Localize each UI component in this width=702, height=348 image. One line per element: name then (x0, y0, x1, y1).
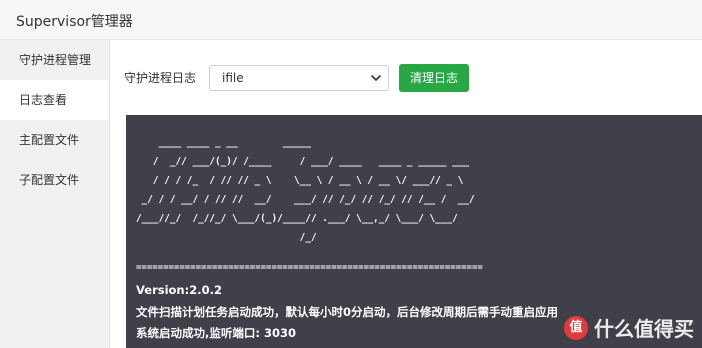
sidebar-item-process-management[interactable]: 守护进程管理 (0, 40, 109, 80)
console-line-scan-task: 文件扫描计划任务启动成功，默认每小时0分启动，后台修改周期后需手动重启应用 (136, 305, 558, 319)
ascii-line: ____ ____ _ __ _____ (136, 137, 311, 148)
sidebar: 守护进程管理 日志查看 主配置文件 子配置文件 (0, 40, 110, 348)
clear-log-button[interactable]: 清理日志 (399, 64, 469, 92)
console-line-version: Version:2.0.2 (136, 283, 222, 297)
app-title: Supervisor管理器 (16, 14, 133, 30)
sidebar-item-log-view[interactable]: 日志查看 (0, 80, 109, 120)
sidebar-item-sub-config[interactable]: 子配置文件 (0, 160, 109, 200)
main-panel: 守护进程日志 ifile 清理日志 ____ ____ _ __ _____ /… (110, 40, 702, 348)
watermark: 值 什么值得买 (564, 313, 694, 342)
log-select-label: 守护进程日志 (124, 71, 197, 85)
ascii-line: /___//_/ /_//_/ \___/(_)/____// .___/ \_… (136, 213, 458, 224)
ascii-banner: ____ ____ _ __ _____ / _// ___/(_)/ /___… (136, 133, 475, 247)
log-select-value: ifile (222, 71, 244, 85)
ascii-line: /_/ (136, 232, 317, 243)
ascii-line: _/ / / __/ / // // __/ ___/ // /_/ // /_… (136, 194, 475, 205)
ascii-line: / / / /_ / // // _ \ \__ \ / __ \ / __ \… (136, 175, 464, 186)
log-console: ____ ____ _ __ _____ / _// ___/(_)/ /___… (126, 115, 702, 348)
log-select[interactable]: ifile (209, 65, 389, 91)
chevron-down-icon (371, 75, 381, 81)
sidebar-item-main-config[interactable]: 主配置文件 (0, 120, 109, 160)
watermark-logo-icon: 值 (564, 315, 588, 340)
ascii-line: / _// ___/(_)/ /____ / ___/ ____ ____ _ … (136, 156, 470, 167)
title-bar: Supervisor管理器 (0, 0, 702, 40)
console-line-started: 系统启动成功,监听端口: 3030 (136, 326, 296, 340)
console-separator: ========================================… (136, 263, 483, 273)
watermark-text: 什么值得买 (594, 317, 694, 341)
